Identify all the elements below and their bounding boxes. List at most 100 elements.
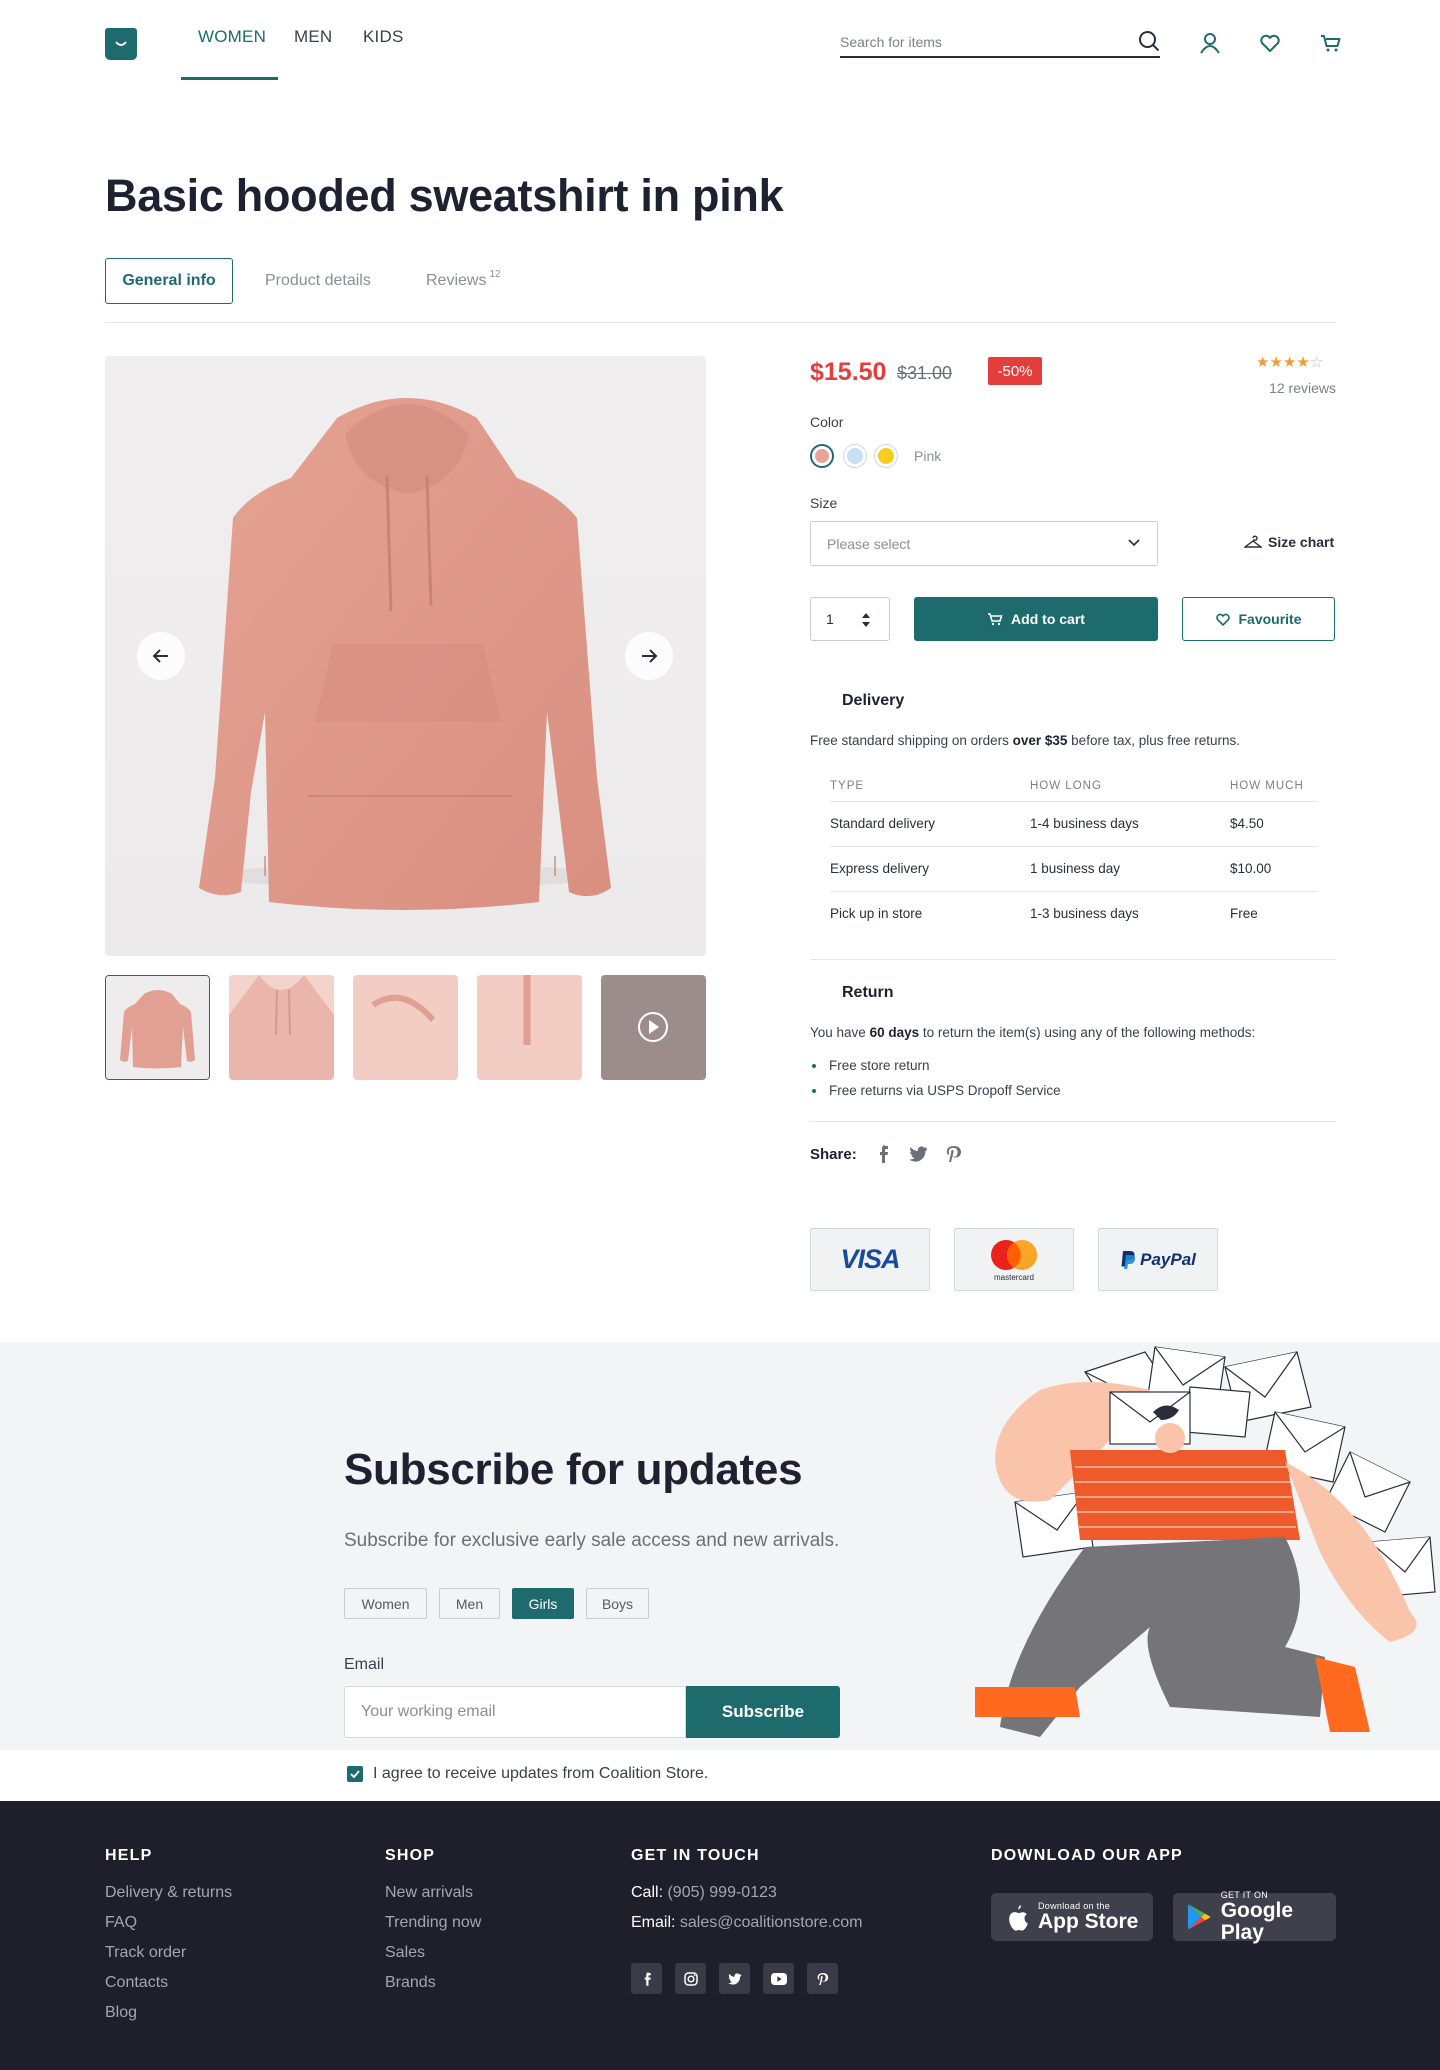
chip-women[interactable]: Women (344, 1588, 427, 1619)
thumbnail[interactable] (229, 975, 334, 1080)
tab-general-info[interactable]: General info (105, 258, 233, 304)
thumbnail[interactable] (353, 975, 458, 1080)
footer-phone[interactable]: Call: (905) 999-0123 (631, 1884, 777, 1902)
youtube-icon (770, 1972, 787, 1985)
footer-link[interactable]: Blog (105, 2004, 137, 2022)
agree-checkbox[interactable] (347, 1766, 363, 1782)
size-select[interactable]: Please select (810, 521, 1158, 566)
stepper-arrows-icon[interactable] (861, 612, 871, 628)
add-to-cart-button[interactable]: Add to cart (914, 597, 1158, 641)
delivery-table: TYPE HOW LONG HOW MUCH Standard delivery 1-… (830, 771, 1318, 936)
product-main-image (105, 356, 706, 956)
search-input[interactable] (840, 30, 1120, 54)
size-label: Size (810, 495, 838, 511)
email-field[interactable]: Your working email (344, 1686, 686, 1738)
thumbnail[interactable] (105, 975, 210, 1080)
chevron-down-icon (1128, 539, 1140, 547)
account-icon[interactable] (1197, 30, 1223, 56)
search-icon[interactable] (1138, 30, 1160, 52)
star-icon: ★ (1269, 354, 1283, 371)
return-title: Return (842, 984, 894, 1001)
email-label: Email (344, 1656, 385, 1673)
store-logo[interactable] (105, 28, 137, 60)
facebook-icon (644, 1971, 651, 1986)
agree-label: I agree to receive updates from Coalitio… (373, 1765, 709, 1782)
app-store-button[interactable]: Download on the App Store (991, 1893, 1153, 1941)
footer-link[interactable]: Sales (385, 1944, 425, 1962)
footer-link[interactable]: Brands (385, 1974, 436, 1992)
star-icon: ★ (1282, 354, 1297, 371)
search-bar[interactable] (840, 30, 1160, 58)
agree-checkbox-row[interactable]: I agree to receive updates from Coalitio… (347, 1765, 708, 1783)
table-row: Standard delivery 1-4 business days $4.50 (830, 801, 1318, 847)
cart-icon (988, 613, 1003, 626)
nav-women[interactable]: WOMEN (198, 27, 266, 47)
social-pinterest[interactable] (807, 1963, 838, 1994)
gallery-next-button[interactable] (625, 632, 673, 680)
table-row: Express delivery 1 business day $10.00 (830, 846, 1318, 892)
nav-men[interactable]: MEN (294, 27, 332, 47)
social-instagram[interactable] (675, 1963, 706, 1994)
apple-icon (1009, 1905, 1028, 1931)
footer-email[interactable]: Email: sales@coalitionstore.com (631, 1914, 862, 1932)
facebook-icon[interactable] (875, 1145, 891, 1163)
video-thumbnail[interactable] (601, 975, 706, 1080)
hanger-icon (1244, 535, 1262, 548)
tab-reviews[interactable]: Reviews 12 (426, 258, 501, 304)
star-empty-icon: ☆ (1309, 354, 1324, 371)
tabs-divider (105, 322, 1336, 323)
subscribe-title: Subscribe for updates (344, 1445, 803, 1494)
pinterest-icon[interactable] (946, 1145, 962, 1163)
footer-link[interactable]: FAQ (105, 1914, 137, 1932)
mastercard-logo: mastercard (954, 1228, 1074, 1291)
color-swatch-pink[interactable] (810, 444, 834, 468)
list-item: Free returns via USPS Dropoff Service (812, 1083, 1061, 1098)
color-swatch-blue[interactable] (843, 444, 867, 468)
social-youtube[interactable] (763, 1963, 794, 1994)
google-play-button[interactable]: GET IT ON Google Play (1173, 1890, 1336, 1944)
footer-link[interactable]: Contacts (105, 1974, 168, 1992)
nav-kids[interactable]: KIDS (363, 27, 403, 47)
selected-color-name: Pink (914, 448, 942, 464)
pinterest-icon (817, 1972, 828, 1985)
delivery-text: Free standard shipping on orders over $3… (810, 733, 1241, 748)
twitter-icon[interactable] (908, 1146, 928, 1162)
thumbnail[interactable] (477, 975, 582, 1080)
color-swatch-yellow[interactable] (874, 444, 898, 468)
social-facebook[interactable] (631, 1963, 662, 1994)
cart-icon[interactable] (1318, 30, 1344, 56)
subscribe-button[interactable]: Subscribe (686, 1686, 840, 1738)
share-label: Share: (810, 1145, 857, 1163)
gallery-prev-button[interactable] (137, 632, 185, 680)
rating-stars: ★★★★☆ (1256, 353, 1323, 371)
heart-icon (1216, 613, 1231, 627)
google-play-big-text: Google Play (1220, 1899, 1294, 1944)
social-twitter[interactable] (719, 1963, 750, 1994)
size-chart-link[interactable]: Size chart (1244, 534, 1334, 550)
favourite-button[interactable]: Favourite (1182, 597, 1335, 641)
nav-active-indicator (181, 77, 278, 80)
table-header: TYPE (830, 771, 1030, 802)
arrow-right-icon (642, 649, 658, 663)
heart-icon[interactable] (1257, 30, 1283, 56)
tab-product-details[interactable]: Product details (265, 258, 371, 304)
reviews-count[interactable]: 12 reviews (1246, 380, 1336, 396)
star-icon: ★ (1256, 354, 1270, 371)
chip-men[interactable]: Men (439, 1588, 500, 1619)
footer-link[interactable]: Delivery & returns (105, 1884, 232, 1902)
arrow-left-icon (152, 649, 168, 663)
subscribe-illustration (975, 1346, 1436, 1737)
current-price: $15.50 (810, 358, 887, 386)
table-header: HOW MUCH (1230, 771, 1318, 802)
quantity-stepper[interactable]: 1 (810, 597, 890, 641)
return-text: You have 60 days to return the item(s) u… (810, 1025, 1256, 1040)
chip-girls[interactable]: Girls (512, 1588, 574, 1619)
footer-link[interactable]: Trending now (385, 1914, 481, 1932)
footer-link[interactable]: New arrivals (385, 1884, 473, 1902)
delivery-title: Delivery (842, 692, 905, 709)
table-row: Pick up in store 1-3 business days Free (830, 906, 1258, 922)
footer-help-title: HELP (105, 1847, 153, 1864)
twitter-icon (727, 1972, 741, 1985)
footer-link[interactable]: Track order (105, 1944, 186, 1962)
chip-boys[interactable]: Boys (586, 1588, 649, 1619)
